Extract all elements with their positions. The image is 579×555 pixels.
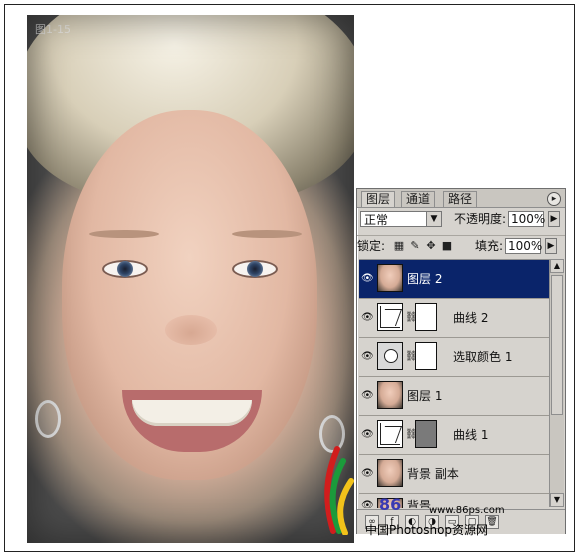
chevron-down-icon[interactable]: ▼ (426, 212, 441, 226)
opacity-input[interactable]: 100% (508, 211, 545, 227)
curves-adjustment-icon (377, 303, 403, 331)
screenshot-frame: 图1-15 图层 通道 路径 ▸ 正常 ▼ 不透明度: 100% ▶ 锁定: ▦… (4, 4, 575, 552)
lock-label: 锁定: (357, 239, 386, 253)
layer-name: 曲线 2 (453, 311, 489, 325)
tab-paths[interactable]: 路径 (443, 191, 478, 207)
fill-label: 填充: (475, 239, 504, 253)
tab-layers[interactable]: 图层 (361, 191, 396, 207)
watermark-url: www.86ps.com (429, 505, 505, 516)
layer-row[interactable]: 👁 图层 1 (359, 377, 549, 416)
lock-transparent-icon[interactable]: ▦ (393, 240, 405, 252)
layer-row[interactable]: 👁 ⛓ 曲线 2 (359, 299, 549, 338)
lock-move-icon[interactable]: ✥ (425, 240, 437, 252)
fill-arrow-icon[interactable]: ▶ (545, 238, 557, 254)
layer-mask-thumbnail[interactable] (415, 303, 437, 331)
site-logo-icon (324, 446, 354, 535)
lock-fill-row: 锁定: ▦ ✎ ✥ ■ 填充: 100% ▶ (357, 235, 565, 256)
panel-menu-icon[interactable]: ▸ (547, 192, 561, 206)
layers-scrollbar[interactable]: ▲ ▼ (549, 259, 564, 507)
layer-name: 图层 2 (407, 272, 443, 286)
blend-opacity-row: 正常 ▼ 不透明度: 100% ▶ (360, 209, 562, 229)
vignette (27, 15, 354, 543)
layer-name: 选取颜色 1 (453, 350, 513, 364)
lock-brush-icon[interactable]: ✎ (409, 240, 421, 252)
link-chain-icon[interactable]: ⛓ (405, 313, 418, 323)
fill-input[interactable]: 100% (505, 238, 542, 254)
layer-mask-thumbnail[interactable] (415, 342, 437, 370)
scroll-thumb[interactable] (551, 275, 563, 415)
layer-thumbnail (377, 264, 403, 292)
scroll-down-icon[interactable]: ▼ (550, 493, 564, 507)
link-chain-icon[interactable]: ⛓ (405, 430, 418, 440)
opacity-label: 不透明度: (454, 212, 507, 226)
eye-icon[interactable]: 👁 (361, 352, 374, 362)
layer-name: 曲线 1 (453, 428, 489, 442)
tab-channels[interactable]: 通道 (401, 191, 436, 207)
watermark: 86 www.86ps.com 中国Photoshop资源网 (309, 443, 509, 543)
eye-icon[interactable]: 👁 (361, 430, 374, 440)
eye-icon[interactable]: 👁 (361, 313, 374, 323)
selective-color-adjustment-icon (377, 342, 403, 370)
eye-icon[interactable]: 👁 (361, 391, 374, 401)
watermark-site-name: 中国Photoshop资源网 (365, 523, 489, 537)
watermark-number: 86 (379, 495, 402, 514)
layer-row[interactable]: 👁 图层 2 (359, 260, 549, 299)
eye-icon[interactable]: 👁 (361, 274, 374, 284)
layer-row[interactable]: 👁 ⛓ 选取颜色 1 (359, 338, 549, 377)
opacity-arrow-icon[interactable]: ▶ (548, 211, 560, 227)
lock-all-icon[interactable]: ■ (441, 240, 453, 252)
blend-mode-value: 正常 (364, 213, 389, 227)
blend-mode-select[interactable]: 正常 ▼ (360, 211, 442, 227)
canvas-photo: 图1-15 (27, 15, 354, 543)
panel-tabs: 图层 通道 路径 ▸ (357, 189, 565, 208)
layer-name: 图层 1 (407, 389, 443, 403)
link-chain-icon[interactable]: ⛓ (405, 352, 418, 362)
scroll-up-icon[interactable]: ▲ (550, 259, 564, 273)
layer-thumbnail (377, 381, 403, 409)
